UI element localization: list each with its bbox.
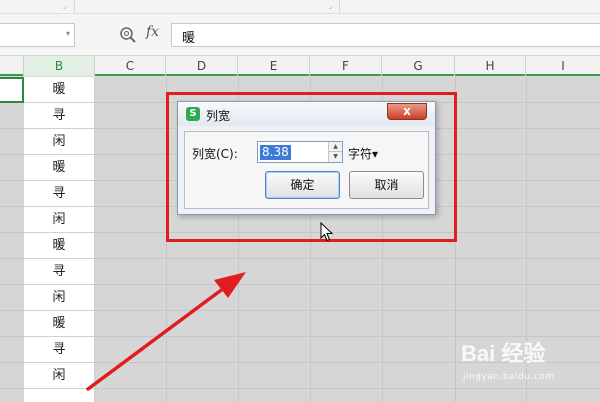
arrow-head <box>214 272 246 298</box>
arrow-shaft <box>86 286 226 391</box>
watermark-url: jingyan.baidu.com <box>463 372 555 382</box>
baidu-watermark: Bai 经验 jingyan.baidu.com <box>455 330 600 390</box>
mouse-cursor-icon <box>320 222 334 242</box>
watermark-brand: Bai 经验 <box>461 341 546 366</box>
